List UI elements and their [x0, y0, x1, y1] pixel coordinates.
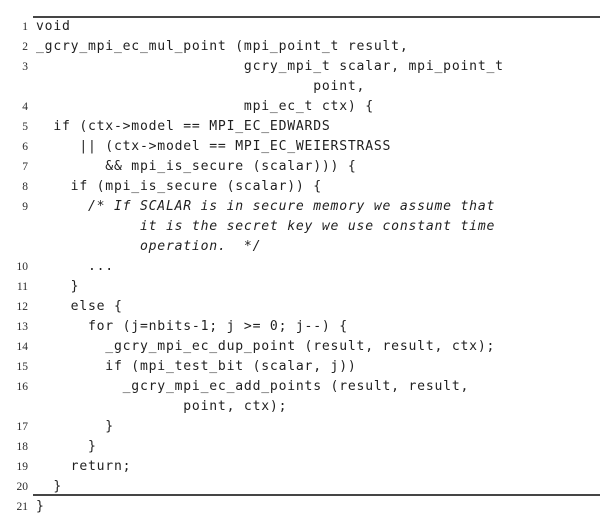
code-source-text: }	[36, 419, 114, 434]
line-number: 2	[22, 41, 28, 53]
code-line: operation. */	[0, 237, 606, 257]
code-line: 17 }	[0, 417, 606, 437]
line-number: 21	[16, 501, 29, 513]
code-line: 11 }	[0, 277, 606, 297]
code-line: point,	[0, 77, 606, 97]
code-source-text: else {	[36, 299, 123, 314]
code-lines-container: 1 void 2 _gcry_mpi_ec_mul_point (mpi_point_…	[0, 17, 606, 517]
line-number: 9	[22, 201, 28, 213]
code-source-text: }	[36, 439, 97, 454]
code-line: 16 _gcry_mpi_ec_add_points (result, resu…	[0, 377, 606, 397]
code-line: 15 if (mpi_test_bit (scalar, j))	[0, 357, 606, 377]
code-line: 1 void	[0, 17, 606, 37]
code-source-text: _gcry_mpi_ec_dup_point (result, result, …	[36, 339, 496, 354]
code-line: 4 mpi_ec_t ctx) {	[0, 97, 606, 117]
code-line: 7 && mpi_is_secure (scalar))) {	[0, 157, 606, 177]
code-line: it is the secret key we use constant tim…	[0, 217, 606, 237]
code-source-text: || (ctx->model == MPI_EC_WEIERSTRASS	[36, 139, 392, 154]
line-number: 8	[22, 181, 28, 193]
code-line: 14 _gcry_mpi_ec_dup_point (result, resul…	[0, 337, 606, 357]
line-number: 3	[22, 61, 28, 73]
code-source-text: for (j=nbits-1; j >= 0; j--) {	[36, 319, 348, 334]
code-source-text: ...	[36, 259, 114, 274]
code-source-text: point,	[36, 79, 366, 94]
code-line: 12 else {	[0, 297, 606, 317]
line-number: 14	[16, 341, 29, 353]
code-source-text: if (mpi_test_bit (scalar, j))	[36, 359, 357, 374]
code-source-text: _gcry_mpi_ec_add_points (result, result,	[36, 379, 470, 394]
code-line: point, ctx);	[0, 397, 606, 417]
code-line: 10 ...	[0, 257, 606, 277]
code-source-text: point, ctx);	[36, 399, 288, 414]
code-comment-text: operation. */	[36, 239, 262, 254]
code-comment-text: it is the secret key we use constant tim…	[36, 219, 496, 234]
code-source-text: }	[36, 499, 45, 514]
code-source-text: if (mpi_is_secure (scalar)) {	[36, 179, 322, 194]
line-number: 4	[22, 101, 28, 113]
line-number: 17	[16, 421, 29, 433]
code-source-text: mpi_ec_t ctx) {	[36, 99, 374, 114]
code-source-text: if (ctx->model == MPI_EC_EDWARDS	[36, 119, 331, 134]
code-source-text: && mpi_is_secure (scalar))) {	[36, 159, 357, 174]
code-line: 2 _gcry_mpi_ec_mul_point (mpi_point_t res…	[0, 37, 606, 57]
code-source-text: gcry_mpi_t scalar, mpi_point_t	[36, 59, 504, 74]
code-source-text: }	[36, 279, 80, 294]
line-number: 1	[22, 21, 28, 33]
line-number: 5	[22, 121, 28, 133]
code-line: 9 /* If SCALAR is in secure memory we as…	[0, 197, 606, 217]
line-number: 10	[16, 261, 29, 273]
code-comment-text: /* If SCALAR is in secure memory we assu…	[36, 199, 496, 214]
line-number: 11	[16, 281, 28, 293]
line-number: 6	[22, 141, 28, 153]
code-listing-figure: 1 void 2 _gcry_mpi_ec_mul_point (mpi_point_…	[0, 0, 606, 514]
line-number: 7	[22, 161, 28, 173]
line-number: 12	[16, 301, 29, 313]
code-source-text: return;	[36, 459, 132, 474]
line-number: 19	[16, 461, 29, 473]
listing-bottom-rule	[33, 494, 600, 496]
line-number: 16	[16, 381, 29, 393]
code-line: 3 gcry_mpi_t scalar, mpi_point_t	[0, 57, 606, 77]
code-source-text: void	[36, 19, 71, 34]
code-line: 6 || (ctx->model == MPI_EC_WEIERSTRASS	[0, 137, 606, 157]
code-line: 21}	[0, 497, 606, 517]
line-number: 15	[16, 361, 29, 373]
code-source-text: _gcry_mpi_ec_mul_point (mpi_point_t resu…	[36, 39, 409, 54]
line-number: 18	[16, 441, 29, 453]
line-number: 20	[16, 481, 29, 493]
code-line: 19 return;	[0, 457, 606, 477]
code-line: 18 }	[0, 437, 606, 457]
code-line: 13 for (j=nbits-1; j >= 0; j--) {	[0, 317, 606, 337]
line-number: 13	[16, 321, 29, 333]
code-line: 5 if (ctx->model == MPI_EC_EDWARDS	[0, 117, 606, 137]
code-line: 8 if (mpi_is_secure (scalar)) {	[0, 177, 606, 197]
